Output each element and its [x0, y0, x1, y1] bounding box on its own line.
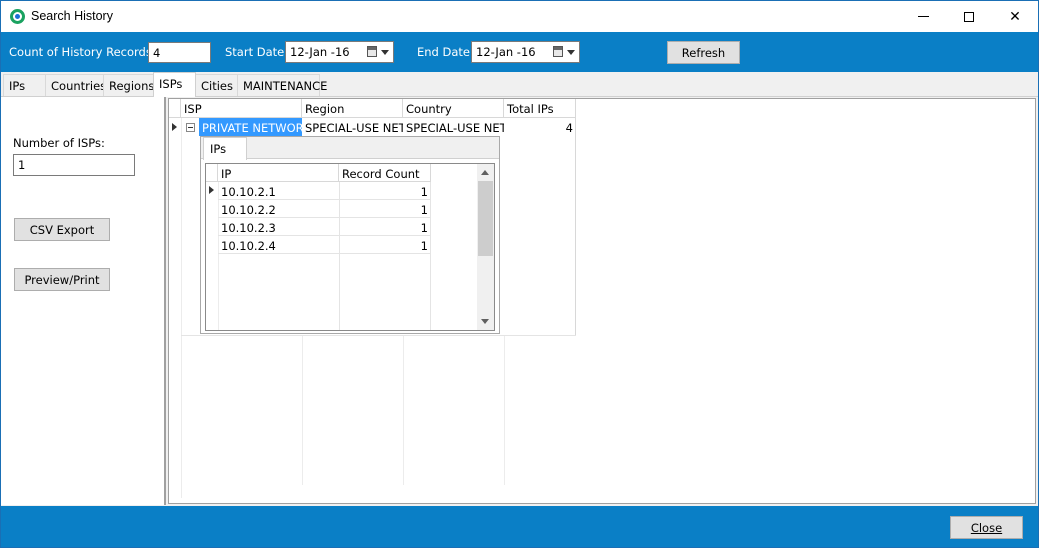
ip-detail-grid[interactable]: IP Record Count 10.10.2.1 1 10.10.2.2 1 … [205, 163, 495, 331]
column-header-isp[interactable]: ISP [181, 99, 302, 118]
detail-scrollbar[interactable] [477, 164, 494, 330]
column-divider [181, 118, 182, 498]
isp-count-label: Number of ISPs: [13, 136, 105, 150]
scroll-down-arrow-icon[interactable] [481, 319, 489, 324]
ip-cell[interactable]: 10.10.2.4 [218, 236, 339, 254]
tab-countries[interactable]: Countries [45, 74, 106, 96]
main-tabs: IPs Countries Regions ISPs Cities MAINTE… [1, 72, 1038, 97]
record-count-cell[interactable]: 1 [339, 182, 431, 200]
left-panel: Number of ISPs: 1 CSV Export Preview/Pri… [1, 97, 166, 505]
filter-toolbar: Count of History Records: 4 Start Date: … [1, 32, 1038, 72]
record-count-cell[interactable]: 1 [339, 200, 431, 218]
search-history-window: Search History ✕ Count of History Record… [0, 0, 1039, 548]
app-logo-icon [10, 9, 25, 24]
calendar-icon [367, 46, 377, 57]
count-records-label: Count of History Records: [9, 45, 156, 59]
detail-tab-ips[interactable]: IPs [203, 137, 247, 160]
scroll-up-arrow-icon[interactable] [481, 170, 489, 175]
current-row-arrow-icon [209, 186, 214, 194]
collapse-icon[interactable] [186, 123, 195, 132]
tab-isps[interactable]: ISPs [153, 72, 196, 97]
column-header-total-ips[interactable]: Total IPs [504, 99, 576, 118]
window-close-button[interactable]: ✕ [992, 1, 1038, 32]
tab-regions[interactable]: Regions [103, 74, 154, 96]
row-indicator-header [206, 164, 218, 182]
tab-ips[interactable]: IPs [3, 74, 46, 96]
close-x-icon: ✕ [1009, 8, 1021, 25]
minimize-icon [917, 16, 929, 17]
footer-bar: Close [1, 506, 1038, 547]
minimize-button[interactable] [900, 1, 946, 32]
refresh-button[interactable]: Refresh [667, 41, 740, 64]
start-date-picker[interactable]: 12-Jan -16 [285, 41, 394, 63]
row-indicator-header [169, 99, 181, 118]
maximize-button[interactable] [946, 1, 992, 32]
title-bar[interactable]: Search History ✕ [1, 1, 1038, 32]
column-header-record-count[interactable]: Record Count [339, 164, 431, 182]
detail-tabs: IPs [201, 137, 499, 160]
window-title: Search History [31, 9, 113, 23]
column-divider [302, 335, 303, 485]
tab-maintenance[interactable]: MAINTENANCE [237, 74, 327, 96]
end-date-label: End Date: [417, 45, 474, 59]
start-date-label: Start Date: [225, 45, 289, 59]
column-divider [575, 118, 576, 336]
end-date-picker[interactable]: 12-Jan -16 [471, 41, 580, 63]
tab-content: Number of ISPs: 1 CSV Export Preview/Pri… [1, 96, 1038, 506]
country-cell[interactable]: SPECIAL-USE NETWORKS [403, 118, 504, 136]
maximize-icon [964, 11, 974, 22]
csv-export-button[interactable]: CSV Export [14, 218, 110, 241]
region-cell[interactable]: SPECIAL-USE NETWORKS [302, 118, 403, 136]
start-date-value: 12-Jan -16 [290, 45, 350, 59]
tab-cities[interactable]: Cities [195, 74, 238, 96]
preview-print-button[interactable]: Preview/Print [14, 268, 110, 291]
row-divider [181, 335, 576, 336]
dropdown-arrow-icon [381, 50, 389, 55]
record-count-cell[interactable]: 1 [339, 236, 431, 254]
total-ips-cell[interactable]: 4 [504, 118, 576, 136]
isp-count-input[interactable]: 1 [13, 154, 135, 176]
ip-detail-panel: IPs IP Record Count 10.10.2.1 1 10.10.2.… [200, 136, 500, 334]
ip-cell[interactable]: 10.10.2.2 [218, 200, 339, 218]
isp-grid[interactable]: ISP Region Country Total IPs PRIVATE NET… [168, 98, 1036, 504]
calendar-icon [553, 46, 563, 57]
column-header-country[interactable]: Country [403, 99, 504, 118]
current-row-arrow-icon [172, 123, 177, 131]
dropdown-arrow-icon [567, 50, 575, 55]
count-records-input[interactable]: 4 [148, 42, 211, 63]
column-header-ip[interactable]: IP [218, 164, 339, 182]
ip-cell[interactable]: 10.10.2.3 [218, 218, 339, 236]
record-count-cell[interactable]: 1 [339, 218, 431, 236]
isp-cell[interactable]: PRIVATE NETWORKS [199, 118, 302, 136]
column-header-region[interactable]: Region [302, 99, 403, 118]
column-divider [504, 335, 505, 485]
end-date-value: 12-Jan -16 [476, 45, 536, 59]
column-divider [403, 335, 404, 485]
close-button[interactable]: Close [950, 516, 1023, 539]
ip-cell[interactable]: 10.10.2.1 [218, 182, 339, 200]
scrollbar-thumb[interactable] [478, 181, 493, 256]
